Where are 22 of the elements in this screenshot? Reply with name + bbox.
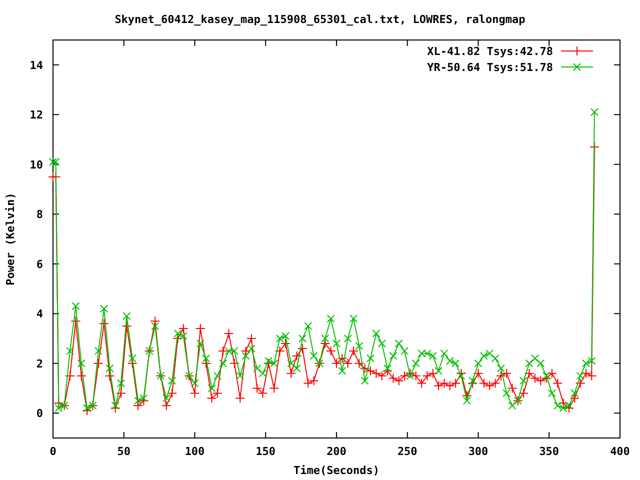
x-tick-label: 400: [610, 445, 630, 458]
legend-label: XL-41.82 Tsys:42.78: [427, 45, 553, 58]
x-tick-label: 150: [256, 445, 276, 458]
x-tick-label: 50: [117, 445, 130, 458]
y-tick-label: 12: [30, 108, 43, 122]
y-tick-label: 6: [36, 258, 43, 271]
x-axis-label: Time(Seconds): [293, 464, 380, 477]
y-axis-label: Power (Kelvin): [4, 192, 17, 286]
y-tick-label: 10: [30, 158, 43, 172]
x-tick-label: 100: [184, 445, 205, 458]
y-tick-label: 0: [36, 407, 43, 420]
x-tick-label: 300: [468, 445, 488, 458]
y-tick-label: 14: [30, 58, 43, 72]
y-tick-label: 4: [36, 308, 43, 321]
x-tick-label: 200: [326, 445, 346, 458]
y-tick-label: 8: [36, 208, 43, 222]
x-tick-label: 0: [50, 445, 56, 458]
y-tick-label: 2: [36, 357, 43, 370]
chart-title: Skynet_60412_kasey_map_115908_65301_cal.txt, LOWRES, ralongmap: [114, 13, 526, 26]
legend-label: YR-50.64 Tsys:51.78: [427, 61, 553, 74]
x-tick-label: 350: [539, 445, 560, 458]
x-tick-label: 250: [397, 445, 418, 458]
